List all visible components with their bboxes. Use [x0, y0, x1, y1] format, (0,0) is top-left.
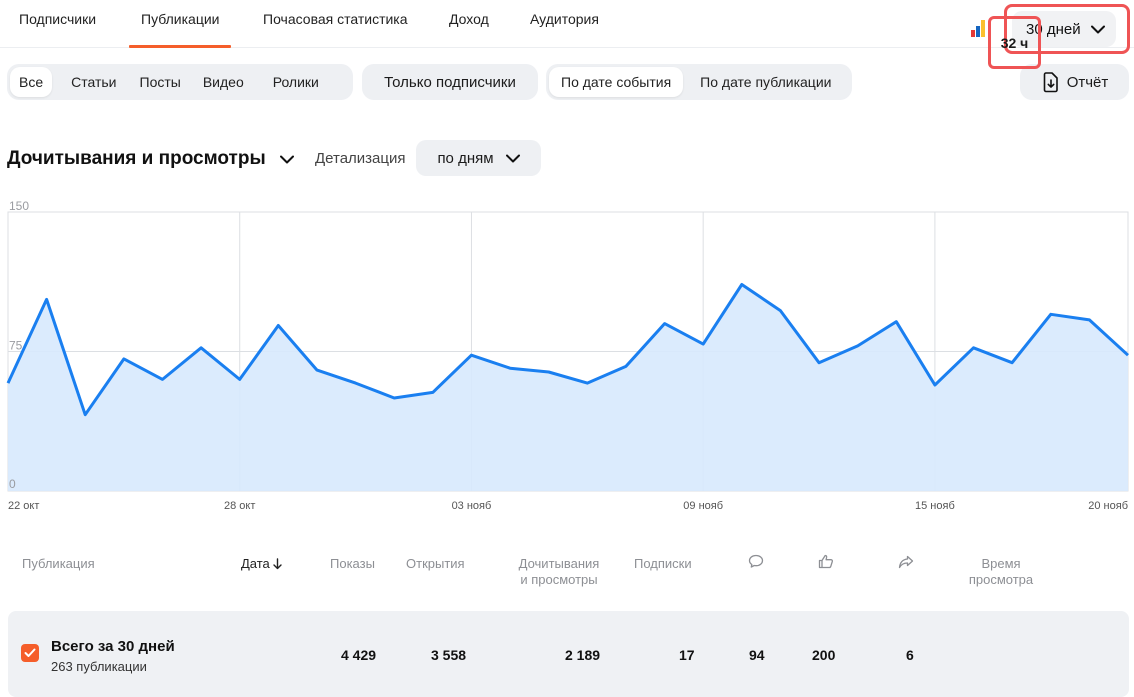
filter-all[interactable]: Все: [10, 67, 53, 97]
tab-hourly-stats[interactable]: Почасовая статистика: [263, 11, 408, 27]
col-reads-line2: и просмотры: [520, 572, 598, 587]
total-impressions: 4 429: [341, 647, 377, 663]
chevron-down-icon: [279, 155, 294, 163]
detail-value: по дням: [437, 149, 494, 167]
reads-views-chart: 150 75 0 22 окт 28 окт 03 нояб 09 нояб 15 нояб 2…: [6, 199, 1130, 512]
x-tick-label: 15 нояб: [915, 500, 955, 512]
x-tick-label: 28 окт: [224, 500, 255, 512]
report-button[interactable]: Отчёт: [1020, 64, 1129, 100]
tab-subscribers[interactable]: Подписчики: [19, 11, 96, 27]
report-label: Отчёт: [1066, 73, 1109, 91]
chart-title: Дочитывания и просмотры: [7, 148, 266, 169]
date-mode-filter: По дате события По дате публикации: [546, 64, 852, 100]
top-navigation: Подписчики Публикации Почасовая статисти…: [0, 0, 1134, 54]
filter-posts[interactable]: Посты: [126, 67, 194, 97]
total-row: Всего за 30 дней 263 публикации 4 429 3 …: [8, 611, 1129, 697]
total-watch-time: 32 ч: [1000, 34, 1029, 51]
like-icon: [818, 554, 834, 569]
total-comments: 94: [749, 647, 765, 663]
total-subs: 17: [679, 647, 695, 663]
total-shares: 6: [906, 647, 914, 663]
comment-icon: [748, 554, 764, 568]
y-tick-label: 75: [9, 339, 23, 353]
filter-shorts[interactable]: Ролики: [258, 67, 328, 97]
chevron-down-icon: [1090, 25, 1105, 33]
date-mode-event[interactable]: По дате события: [549, 67, 684, 97]
total-watch-time-highlight: 32 ч: [988, 16, 1041, 69]
col-time-line2: просмотра: [968, 572, 1034, 587]
chart-metric-select[interactable]: Дочитывания и просмотры: [7, 148, 294, 170]
share-icon: [898, 555, 914, 569]
check-icon: [24, 648, 36, 657]
col-date: Дата: [241, 556, 270, 571]
chart-area: [8, 284, 1128, 491]
x-tick-label: 03 нояб: [452, 500, 492, 512]
filter-video[interactable]: Видео: [194, 67, 258, 97]
report-icon: [1043, 72, 1058, 93]
bar-chart-logo-icon: [971, 20, 985, 37]
x-tick-label: 09 нояб: [683, 500, 723, 512]
detail-label: Детализация: [315, 150, 406, 167]
total-reads: 2 189: [565, 647, 601, 663]
total-likes: 200: [812, 647, 836, 663]
content-type-filter: Все Статьи Посты Видео Ролики: [7, 64, 353, 100]
total-checkbox[interactable]: [21, 644, 39, 662]
tab-audience[interactable]: Аудитория: [530, 11, 599, 27]
subscribers-only-toggle[interactable]: Только подписчики: [362, 64, 538, 100]
y-tick-label: 0: [9, 477, 16, 491]
col-reads: Дочитывания и просмотры: [513, 556, 605, 588]
col-time-line1: Время: [981, 556, 1021, 571]
tab-publications[interactable]: Публикации: [128, 11, 233, 48]
total-subtitle: 263 публикации: [51, 659, 147, 674]
chevron-down-icon: [505, 154, 520, 162]
total-title: Всего за 30 дней: [51, 638, 175, 655]
col-date-sort[interactable]: Дата: [241, 556, 282, 572]
tab-income[interactable]: Доход: [449, 11, 489, 27]
filter-articles[interactable]: Статьи: [52, 67, 125, 97]
date-mode-publication[interactable]: По дате публикации: [683, 67, 840, 97]
col-opens: Открытия: [406, 556, 465, 571]
x-tick-label: 20 нояб: [1088, 500, 1128, 512]
col-subs: Подписки: [634, 556, 692, 571]
col-watch-time: Время просмотра: [960, 556, 1042, 588]
col-publication: Публикация: [22, 556, 95, 571]
col-impressions: Показы: [330, 556, 375, 571]
x-tick-label: 22 окт: [8, 500, 39, 512]
total-opens: 3 558: [431, 647, 467, 663]
sort-down-icon: [273, 558, 282, 570]
y-tick-label: 150: [9, 199, 29, 213]
detail-select[interactable]: по дням: [416, 140, 541, 176]
col-reads-line1: Дочитывания: [518, 556, 600, 571]
